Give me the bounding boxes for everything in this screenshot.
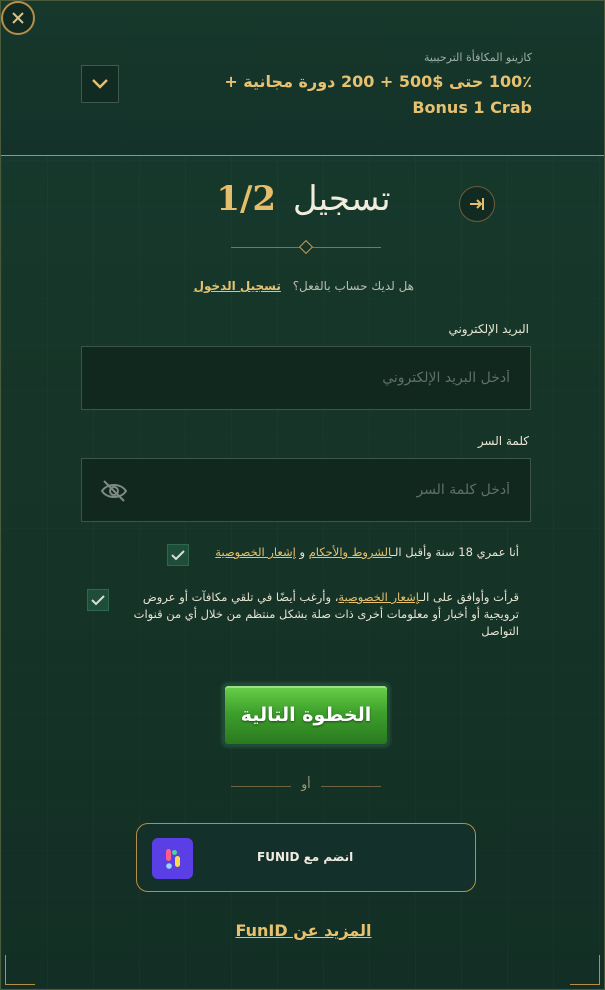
or-text: أو [301,777,311,791]
marketing-consent-text: قرأت وأوافق على الـإشعار الخصوصية، وأرغب… [109,589,519,640]
age-consent-text: أنا عمري 18 سنة وأقبل الـالشروط والأحكام… [189,544,519,561]
ornament-divider [231,239,381,255]
divider-diamond [298,239,314,255]
password-label: كلمة السر [477,434,529,448]
corner-ornament [5,955,35,985]
or-divider: أو [231,777,381,793]
check-icon [91,595,105,606]
email-label: البريد الإلكتروني [448,322,529,336]
age-consent-label: أنا عمري 18 سنة وأقبل الـ [391,545,519,559]
chevron-down-icon [92,79,108,89]
login-switch-button[interactable] [459,186,495,222]
check-icon [171,550,185,561]
bonus-expand-button[interactable] [81,65,119,103]
terms-link[interactable]: الشروط والأحكام [309,545,392,559]
funid-more-link[interactable]: المزيد عن FunID [1,921,604,940]
marketing-consent-label: قرأت وأوافق على الـ [419,590,519,604]
password-field-box [81,458,531,522]
page-title: تسجيل 1/2 [1,179,604,219]
privacy-link[interactable]: إشعار الخصوصية [215,545,296,559]
page-title-text: تسجيل [292,179,391,219]
and-text: و [299,545,306,559]
login-question: هل لديك حساب بالفعل؟ [292,279,414,293]
step-indicator: 1/2 [216,179,277,219]
bonus-subtitle: كازينو المكافأة الترحيبية [424,51,532,64]
close-icon [12,12,24,24]
enter-arrow-icon [470,198,484,210]
password-field[interactable] [82,459,530,521]
registration-modal: كازينو المكافأة الترحيبية 100٪ حتى $500 … [0,0,605,990]
funid-join-button[interactable]: انضم مع FUNID [136,823,476,892]
age-consent-checkbox[interactable] [167,544,189,566]
funid-label: انضم مع FUNID [257,850,354,864]
divider-line [321,786,381,787]
close-button[interactable] [1,1,35,35]
age-consent-row: أنا عمري 18 سنة وأقبل الـالشروط والأحكام… [167,544,529,566]
bonus-title: 100٪ حتى $500 + 200 دورة مجانية + Bonus … [224,72,532,117]
funid-logo-icon [152,838,193,879]
email-field[interactable] [82,347,530,409]
privacy-link[interactable]: إشعار الخصوصية [338,590,419,604]
bonus-panel[interactable]: كازينو المكافأة الترحيبية 100٪ حتى $500 … [1,1,604,156]
email-field-box [81,346,531,410]
next-step-button[interactable]: الخطوة التالية [222,683,390,747]
marketing-consent-row: قرأت وأوافق على الـإشعار الخصوصية، وأرغب… [87,589,529,640]
corner-ornament [570,955,600,985]
eye-off-icon[interactable] [100,479,128,503]
login-link[interactable]: تسجيل الدخول [194,279,281,293]
marketing-consent-checkbox[interactable] [87,589,109,611]
login-prompt: هل لديك حساب بالفعل؟ تسجيل الدخول [194,279,414,293]
